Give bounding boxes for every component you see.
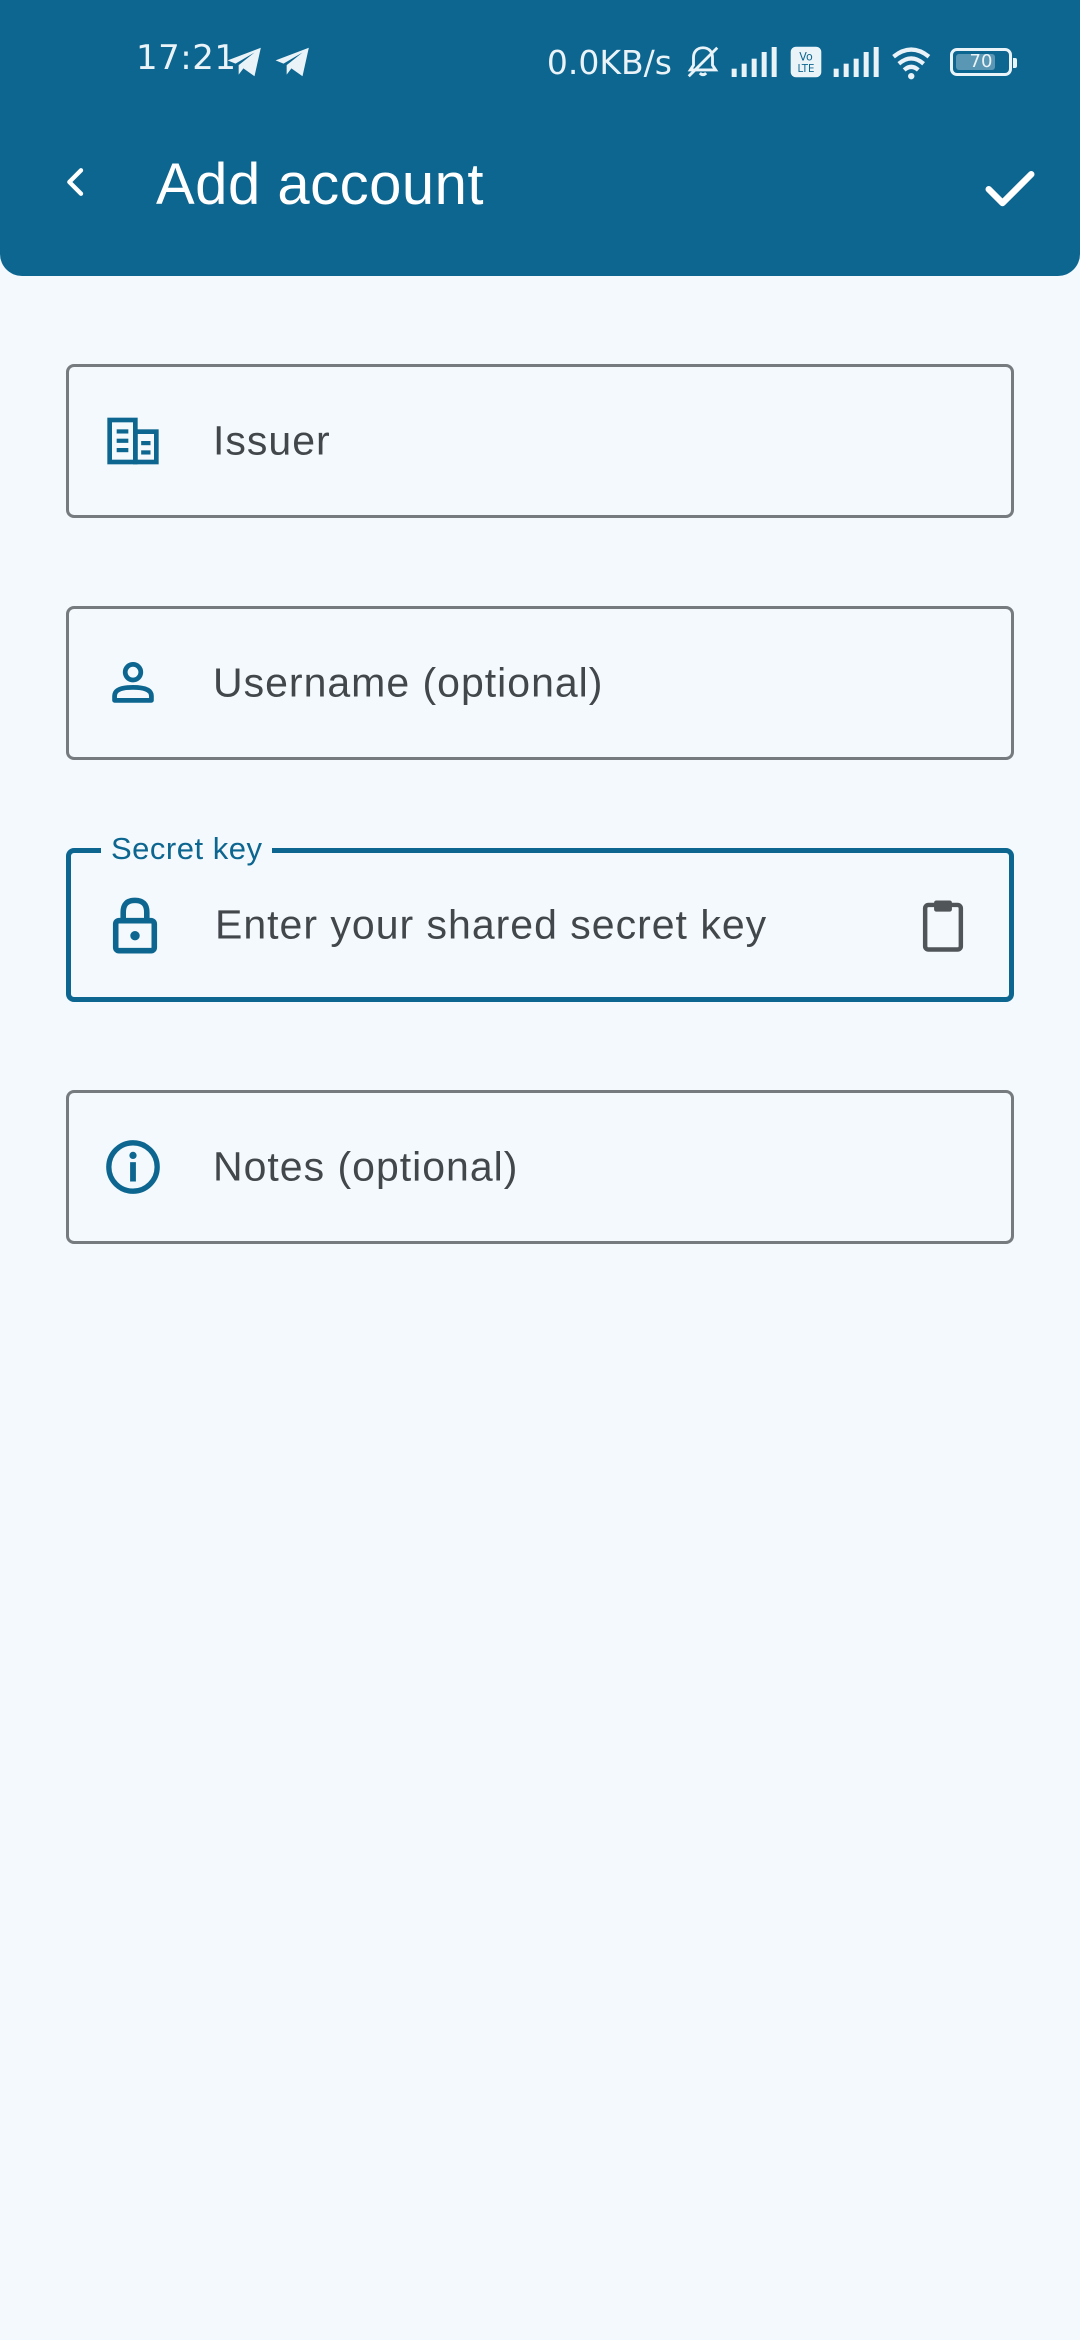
clipboard-icon xyxy=(922,900,964,952)
secret-key-placeholder: Enter your shared secret key xyxy=(215,901,768,948)
telegram-icon xyxy=(227,47,261,77)
signal-icon xyxy=(833,47,879,77)
person-icon xyxy=(103,653,163,713)
svg-text:Vo: Vo xyxy=(799,50,813,63)
issuer-field[interactable]: Issuer xyxy=(66,364,1014,518)
status-time: 17:21 xyxy=(136,38,237,78)
battery-level: 70 xyxy=(969,51,993,72)
bell-muted-icon xyxy=(687,46,719,78)
volte-icon: Vo LTE xyxy=(790,46,822,78)
wifi-icon xyxy=(892,47,931,80)
page-title: Add account xyxy=(156,152,484,217)
checkmark-icon xyxy=(985,171,1035,207)
secret-key-label: Secret key xyxy=(101,829,273,869)
paste-button[interactable] xyxy=(913,893,973,957)
username-placeholder: Username (optional) xyxy=(213,659,604,706)
back-arrow-icon xyxy=(67,168,84,196)
app-bar: 17:21 0.0KB/s Vo LTE 70 Add account xyxy=(0,0,1080,276)
notes-placeholder: Notes (optional) xyxy=(213,1143,519,1190)
notes-field[interactable]: Notes (optional) xyxy=(66,1090,1014,1244)
signal-icon xyxy=(731,47,777,77)
lock-icon xyxy=(105,895,165,955)
status-indicators: 0.0KB/s Vo LTE 70 xyxy=(546,38,1017,86)
svg-text:LTE: LTE xyxy=(798,64,815,75)
save-button[interactable] xyxy=(974,152,1046,224)
back-button[interactable] xyxy=(44,150,108,214)
building-icon xyxy=(103,411,163,471)
network-speed: 0.0KB/s xyxy=(546,42,672,82)
info-icon xyxy=(103,1137,163,1197)
secret-key-field[interactable]: Secret key Enter your shared secret key xyxy=(66,829,1014,1002)
username-field[interactable]: Username (optional) xyxy=(66,606,1014,760)
telegram-icon xyxy=(275,47,309,77)
battery-icon: 70 xyxy=(950,48,1017,76)
issuer-placeholder: Issuer xyxy=(213,417,331,464)
